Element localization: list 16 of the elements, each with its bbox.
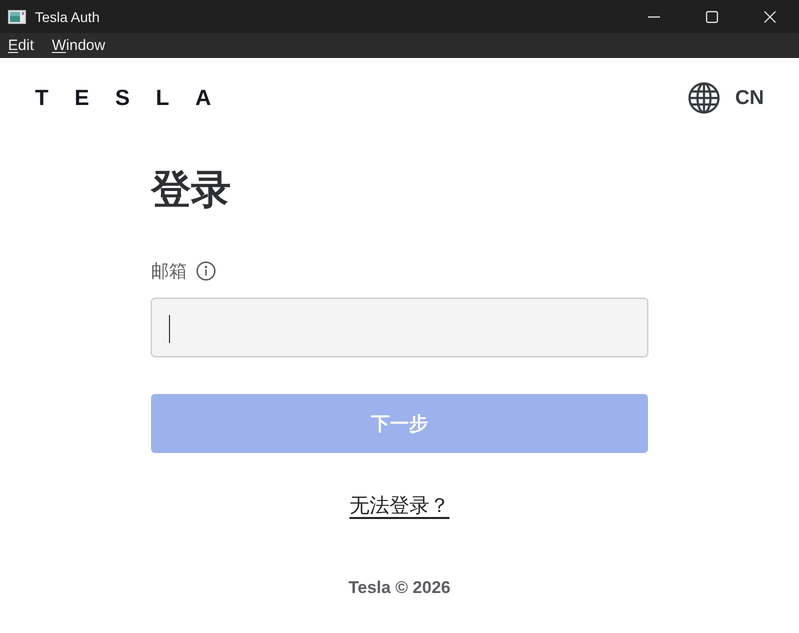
info-icon [196, 261, 216, 281]
window-title: Tesla Auth [35, 8, 100, 26]
brand-logo[interactable]: TESLA [35, 86, 238, 110]
app-icon [8, 10, 26, 24]
email-field[interactable] [151, 298, 648, 357]
menu-item[interactable]: Edit [8, 36, 34, 56]
footer-text: Tesla © 2026 [348, 577, 450, 599]
text-cursor-icon [169, 315, 170, 343]
language-selector[interactable]: CN [688, 82, 764, 114]
close-icon [764, 10, 776, 22]
page-heading: 登录 [151, 167, 231, 214]
globe-icon [688, 82, 720, 114]
menu-item[interactable]: Window [52, 36, 106, 56]
help-link[interactable]: 无法登录？ [350, 493, 450, 519]
email-label: 邮箱 [151, 260, 187, 283]
maximize-icon [706, 10, 718, 22]
